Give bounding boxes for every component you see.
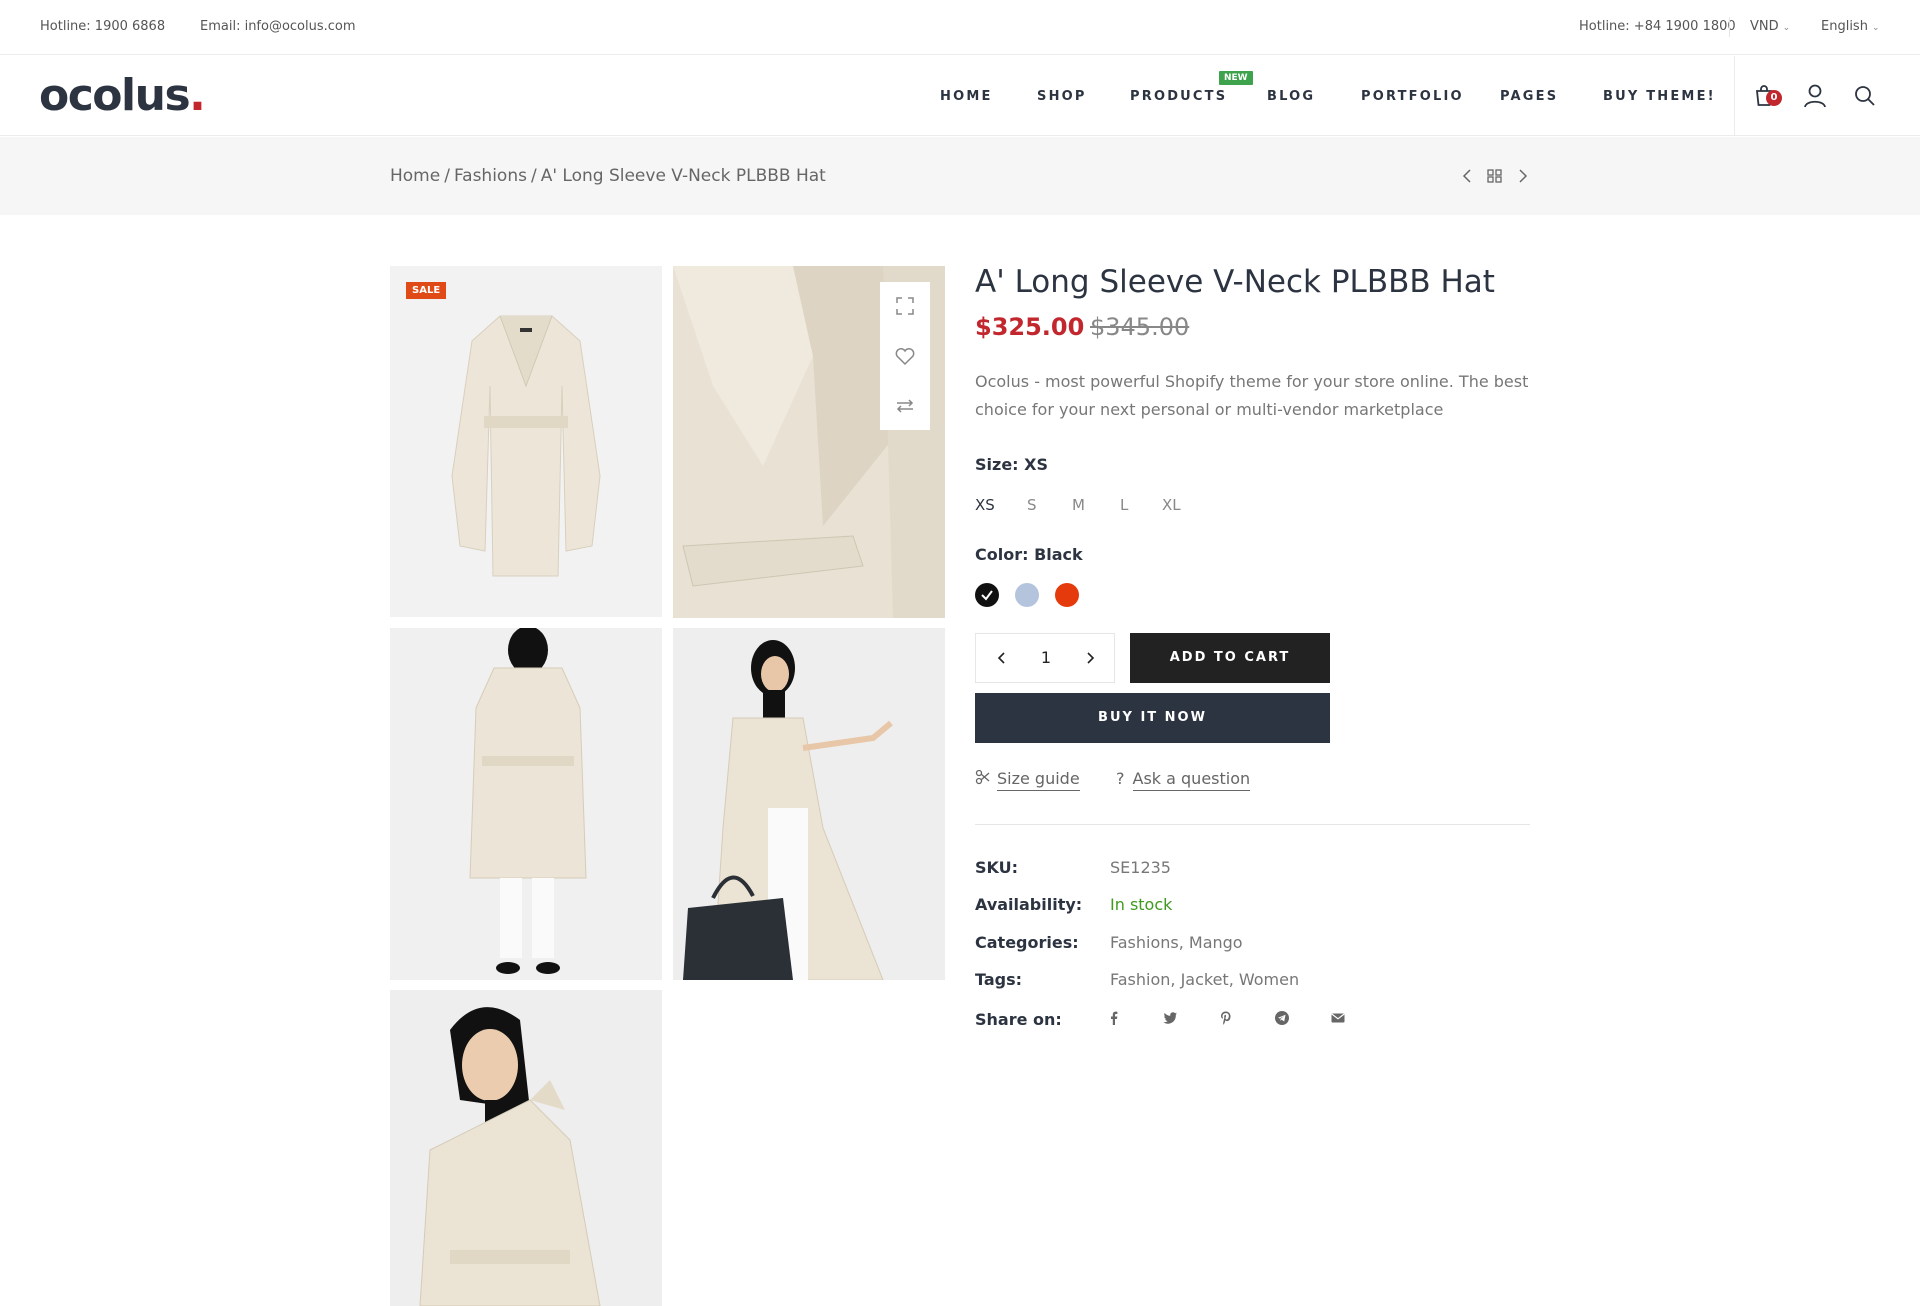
categories-value[interactable]: Fashions, Mango [1110, 933, 1243, 952]
ask-question-label: Ask a question [1132, 769, 1251, 791]
divider [975, 824, 1530, 825]
size-option-s[interactable]: S [1027, 496, 1037, 514]
product-image-back[interactable] [390, 628, 662, 980]
email-text[interactable]: Email: info@ocolus.com [200, 19, 356, 34]
tags-value[interactable]: Fashion, Jacket, Women [1110, 970, 1299, 989]
color-swatch-black[interactable] [975, 583, 999, 607]
breadcrumb-current: A' Long Sleeve V-Neck PLBBB Hat [540, 166, 826, 186]
chevron-down-icon: ⌄ [1782, 23, 1791, 33]
size-option-m[interactable]: M [1072, 496, 1085, 514]
color-label-text: Color: [975, 545, 1029, 564]
search-icon[interactable] [1851, 82, 1879, 110]
size-label: Size: XS [975, 455, 1048, 474]
header-divider [1734, 56, 1735, 136]
heart-icon[interactable] [893, 344, 917, 368]
share-label: Share on: [975, 1010, 1062, 1029]
size-option-xs[interactable]: XS [975, 496, 995, 514]
currency-label: VND [1750, 19, 1779, 34]
logo-text: ocolus [39, 70, 191, 121]
grid-icon[interactable] [1485, 166, 1505, 186]
breadcrumb-separator: / [530, 166, 537, 186]
product-image-model[interactable] [673, 628, 945, 980]
cart-count-badge: 0 [1766, 90, 1782, 106]
scissors-icon [975, 769, 990, 785]
color-swatch-orange[interactable] [1055, 583, 1079, 607]
nav-portfolio[interactable]: PORTFOLIO [1361, 89, 1464, 104]
size-option-xl[interactable]: XL [1162, 496, 1181, 514]
breadcrumb-band: Home / Fashions / A' Long Sleeve V-Neck PLBB… [0, 137, 1920, 215]
quantity-stepper: 1 [975, 633, 1115, 683]
product-image-portrait[interactable] [390, 990, 662, 1306]
twitter-icon[interactable] [1162, 1010, 1178, 1026]
size-guide-link[interactable]: Size guide [975, 769, 1080, 791]
check-icon [981, 590, 993, 601]
email-icon[interactable] [1330, 1010, 1346, 1026]
gallery-tools [880, 282, 930, 430]
product-price: $325.00 [975, 313, 1085, 341]
logo-dot: . [189, 70, 206, 121]
qty-increase-icon[interactable] [1080, 648, 1100, 668]
compare-icon[interactable] [893, 394, 917, 418]
chevron-down-icon: ⌄ [1871, 23, 1880, 33]
question-icon: ? [1116, 769, 1125, 788]
nav-blog[interactable]: BLOG [1267, 89, 1315, 104]
expand-icon[interactable] [893, 294, 917, 318]
product-description: Ocolus - most powerful Shopify theme for… [975, 372, 1529, 419]
new-badge: NEW [1219, 71, 1253, 85]
telegram-icon[interactable] [1274, 1010, 1290, 1026]
facebook-icon[interactable] [1106, 1010, 1122, 1026]
nav-shop[interactable]: SHOP [1037, 89, 1087, 104]
product-image-front[interactable] [390, 266, 662, 617]
tags-label: Tags: [975, 970, 1023, 989]
breadcrumb-fashions[interactable]: Fashions [454, 166, 527, 186]
prev-product-icon[interactable] [1458, 166, 1478, 186]
size-label-text: Size: [975, 455, 1019, 474]
pinterest-icon[interactable] [1218, 1010, 1234, 1026]
hotline-text: Hotline: 1900 6868 [40, 19, 166, 34]
nav-products[interactable]: PRODUCTS [1130, 89, 1227, 104]
top-bar: Hotline: 1900 6868 Email: info@ocolus.co… [0, 0, 1920, 55]
next-product-icon[interactable] [1512, 166, 1532, 186]
buy-now-button[interactable]: BUY IT NOW [975, 693, 1330, 743]
size-selected-value: XS [1024, 455, 1049, 474]
breadcrumb-home[interactable]: Home [390, 166, 440, 186]
add-to-cart-button[interactable]: ADD TO CART [1130, 633, 1330, 683]
product-title: A' Long Sleeve V-Neck PLBBB Hat [975, 264, 1495, 300]
currency-select[interactable]: VND ⌄ [1750, 19, 1790, 34]
sku-value: SE1235 [1110, 858, 1171, 877]
hotline-right-text: Hotline: +84 1900 1800 [1579, 19, 1736, 34]
logo[interactable]: ocolus. [39, 70, 206, 121]
language-select[interactable]: English ⌄ [1821, 19, 1880, 34]
availability-value: In stock [1110, 895, 1173, 914]
nav-pages[interactable]: PAGES [1500, 89, 1558, 104]
categories-label: Categories: [975, 933, 1079, 952]
color-selected-value: Black [1034, 545, 1083, 564]
color-swatch-blue[interactable] [1015, 583, 1039, 607]
nav-home[interactable]: HOME [940, 89, 993, 104]
main-header: ocolus. HOME SHOP PRODUCTS NEW BLOG PORT… [0, 56, 1920, 136]
size-option-l[interactable]: L [1120, 496, 1128, 514]
color-label: Color: Black [975, 545, 1083, 564]
availability-label: Availability: [975, 895, 1083, 914]
sale-badge: SALE [406, 282, 447, 299]
language-label: English [1821, 19, 1868, 34]
ask-question-link[interactable]: ? Ask a question [1116, 769, 1251, 791]
topbar-divider [1729, 17, 1730, 37]
sku-label: SKU: [975, 858, 1019, 877]
breadcrumb: Home / Fashions / A' Long Sleeve V-Neck PLBB… [390, 166, 826, 186]
breadcrumb-separator: / [444, 166, 450, 186]
product-old-price: $345.00 [1090, 313, 1190, 341]
nav-buy-theme[interactable]: BUY THEME! [1603, 89, 1716, 104]
size-guide-label: Size guide [997, 769, 1080, 791]
user-icon[interactable] [1801, 82, 1829, 110]
